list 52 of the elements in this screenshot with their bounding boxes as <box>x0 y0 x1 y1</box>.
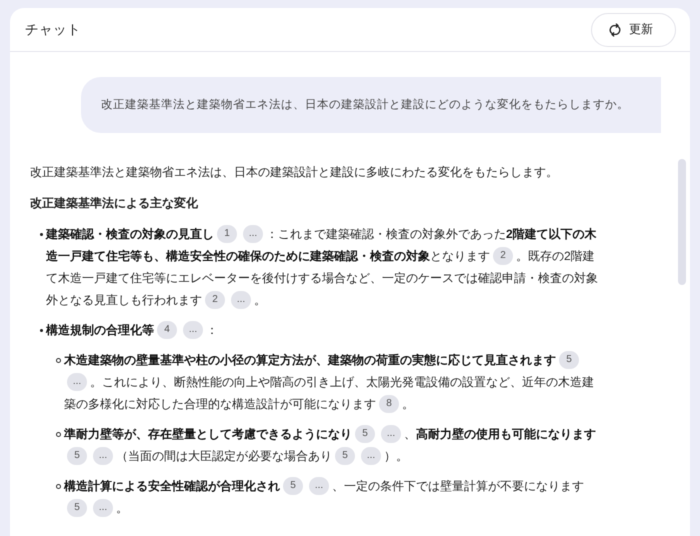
bullet-icon <box>56 432 61 437</box>
refresh-button[interactable]: 更新 <box>591 12 676 46</box>
user-message: 改正建築基準法と建築物省エネ法は、日本の建築設計と建設にどのような変化をもたらしますか。 <box>81 77 661 133</box>
citation-chip[interactable]: 8 <box>379 395 399 413</box>
list-item-text: 造一戸建て住宅等も、構造安全性の確保のために建築確認・検査の対象となります <box>46 248 490 265</box>
citation-chip[interactable]: 5 <box>335 447 355 465</box>
citation-chip[interactable]: ... <box>381 425 401 443</box>
list-item-text: 建築確認・検査の対象の見直し <box>46 226 214 243</box>
response-text: 改正建築基準法と建築物省エネ法は、日本の建築設計と建設に多岐にわたる変化をもたらします。 <box>30 164 559 181</box>
citation-chip[interactable]: 2 <box>493 247 513 265</box>
list-item-text: 構造計算による安全性確認が合理化され <box>64 478 280 495</box>
citation-chip[interactable]: 5 <box>67 499 87 517</box>
list-item-text: 。 <box>116 500 128 517</box>
list-item-text: 築の多様化に対応した合理的な構造設計が可能になります <box>64 396 376 413</box>
citation-chip[interactable]: ... <box>243 225 263 243</box>
list-item-text: 。 <box>254 292 266 309</box>
citation-chip[interactable]: 5 <box>559 351 579 369</box>
bullet-icon <box>56 358 61 363</box>
list-item-text: 。これにより、断熱性能の向上や階高の引き上げ、太陽光発電設備の設置など、近年の木造建 <box>90 374 594 391</box>
list-item-text: 準耐力壁等が、存在壁量として考慮できるようになり <box>64 426 352 443</box>
citation-chip[interactable]: 2 <box>205 291 225 309</box>
bullet-icon <box>40 233 43 236</box>
list-item-text: （当面の間は大臣認定が必要な場合あり <box>116 448 332 465</box>
list-item-text: 構造規制の合理化等 <box>46 322 154 339</box>
section-heading: 改正建築基準法による主な変化 <box>30 195 199 212</box>
bullet-icon <box>40 329 43 332</box>
list-item-text: て木造一戸建て住宅等にエレベーターを後付けする場合など、一定のケースでは確認申請・検査の対象 <box>46 270 598 287</box>
citation-chip[interactable]: ... <box>231 291 251 309</box>
list-item-text: 、一定の条件下では壁量計算が不要になります <box>332 478 584 495</box>
citation-chip[interactable]: ... <box>361 447 381 465</box>
citation-chip[interactable]: 5 <box>283 477 303 495</box>
list-item-text: 外となる見直しも行われます <box>46 292 202 309</box>
list-item-text: ：これまで建築確認・検査の対象外であった2階建て以下の木 <box>266 226 597 243</box>
citation-chip[interactable]: 4 <box>157 321 177 339</box>
citation-chip[interactable]: 5 <box>355 425 375 443</box>
bullet-icon <box>56 484 61 489</box>
citation-chip[interactable]: ... <box>183 321 203 339</box>
refresh-icon <box>608 22 622 36</box>
list-item-text: ： <box>206 322 218 339</box>
citation-chip[interactable]: 1 <box>217 225 237 243</box>
citation-chip[interactable]: ... <box>67 373 87 391</box>
citation-chip[interactable]: 5 <box>67 447 87 465</box>
citation-chip[interactable]: ... <box>309 477 329 495</box>
scrollbar-thumb[interactable] <box>678 159 686 285</box>
list-item-text: 。既存の2階建 <box>516 248 595 265</box>
list-item-text: 。 <box>402 396 414 413</box>
list-item-text: 木造建築物の壁量基準や柱の小径の算定方法が、建築物の荷重の実態に応じて見直されます <box>64 352 556 369</box>
citation-chip[interactable]: ... <box>93 499 113 517</box>
list-item-text: 、高耐力壁の使用も可能になります <box>404 426 596 443</box>
citation-chip[interactable]: ... <box>93 447 113 465</box>
panel-title: チャット <box>25 20 81 38</box>
list-item-text: ）。 <box>384 448 408 465</box>
